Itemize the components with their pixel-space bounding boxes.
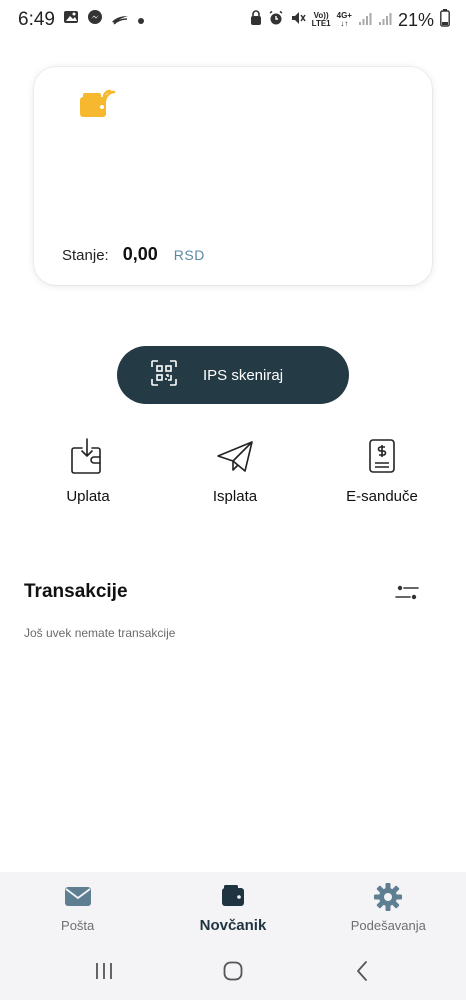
back-icon[interactable] (347, 958, 377, 984)
ips-scan-label: IPS skeniraj (203, 366, 284, 384)
signal-icon-2 (378, 10, 392, 31)
volte-indicator: Vo)) LTE1 (311, 11, 331, 28)
wallet-nfc-icon (78, 87, 118, 121)
nav-posta[interactable]: Pošta (3, 882, 153, 933)
signal-icon (358, 10, 372, 31)
system-navigation (0, 942, 466, 1000)
network-type-indicator: 4G+ ↓↑ (336, 11, 352, 28)
battery-icon (440, 8, 450, 32)
quick-actions: Uplata Isplata E-sanduče (0, 436, 466, 505)
action-uplata[interactable]: Uplata (38, 436, 138, 505)
filter-sliders-icon[interactable] (394, 582, 420, 604)
nav-novcanik-label: Novčanik (199, 916, 267, 934)
balance-currency: RSD (173, 247, 205, 263)
balance-row: Stanje: 0,00 RSD (62, 244, 205, 265)
transactions-title: Transakcije (24, 581, 128, 602)
nav-posta-label: Pošta (61, 917, 95, 933)
home-icon[interactable] (218, 958, 248, 984)
invoice-dollar-icon (362, 436, 402, 476)
mute-icon (290, 10, 306, 31)
action-isplata-label: Isplata (212, 488, 258, 505)
gallery-icon (63, 9, 79, 31)
messenger-icon (87, 9, 103, 31)
action-e-sanduce[interactable]: E-sanduče (332, 436, 432, 505)
action-e-sanduce-label: E-sanduče (346, 488, 418, 505)
lock-icon (250, 9, 262, 31)
status-time: 6:49 (18, 9, 55, 30)
notification-dot-icon (137, 9, 145, 31)
swoosh-icon (111, 9, 129, 31)
status-right: Vo)) LTE1 4G+ ↓↑ 21% (250, 8, 450, 32)
recents-icon[interactable] (89, 958, 119, 984)
paper-plane-icon (215, 436, 255, 476)
balance-label: Stanje: (62, 247, 109, 264)
balance-amount: 0,00 (122, 244, 158, 264)
nav-novcanik[interactable]: Novčanik (158, 881, 308, 934)
gear-icon (373, 882, 403, 911)
status-bar: 6:49 Vo)) LTE1 4G+ ↓↑ 21% (0, 0, 466, 40)
qr-code-icon (151, 359, 177, 391)
app-screen: 6:49 Vo)) LTE1 4G+ ↓↑ 21% Stanje: 0,00 R… (0, 0, 466, 1000)
transactions-empty-message: Još uvek nemate transakcije (24, 626, 176, 640)
wallet-download-icon (68, 436, 108, 476)
wallet-card[interactable]: Stanje: 0,00 RSD (34, 67, 432, 285)
nav-podesavanja-label: Podešavanja (350, 917, 426, 933)
alarm-icon (268, 10, 284, 31)
battery-percent: 21% (397, 9, 434, 30)
mail-icon (63, 882, 93, 910)
wallet-icon (218, 881, 248, 909)
bottom-navigation: Pošta Novčanik Podešavanja (0, 872, 466, 942)
action-uplata-label: Uplata (66, 488, 110, 505)
action-isplata[interactable]: Isplata (185, 436, 285, 505)
nav-podesavanja[interactable]: Podešavanja (313, 882, 463, 933)
ips-scan-button[interactable]: IPS skeniraj (117, 346, 349, 404)
status-left: 6:49 (18, 9, 145, 31)
